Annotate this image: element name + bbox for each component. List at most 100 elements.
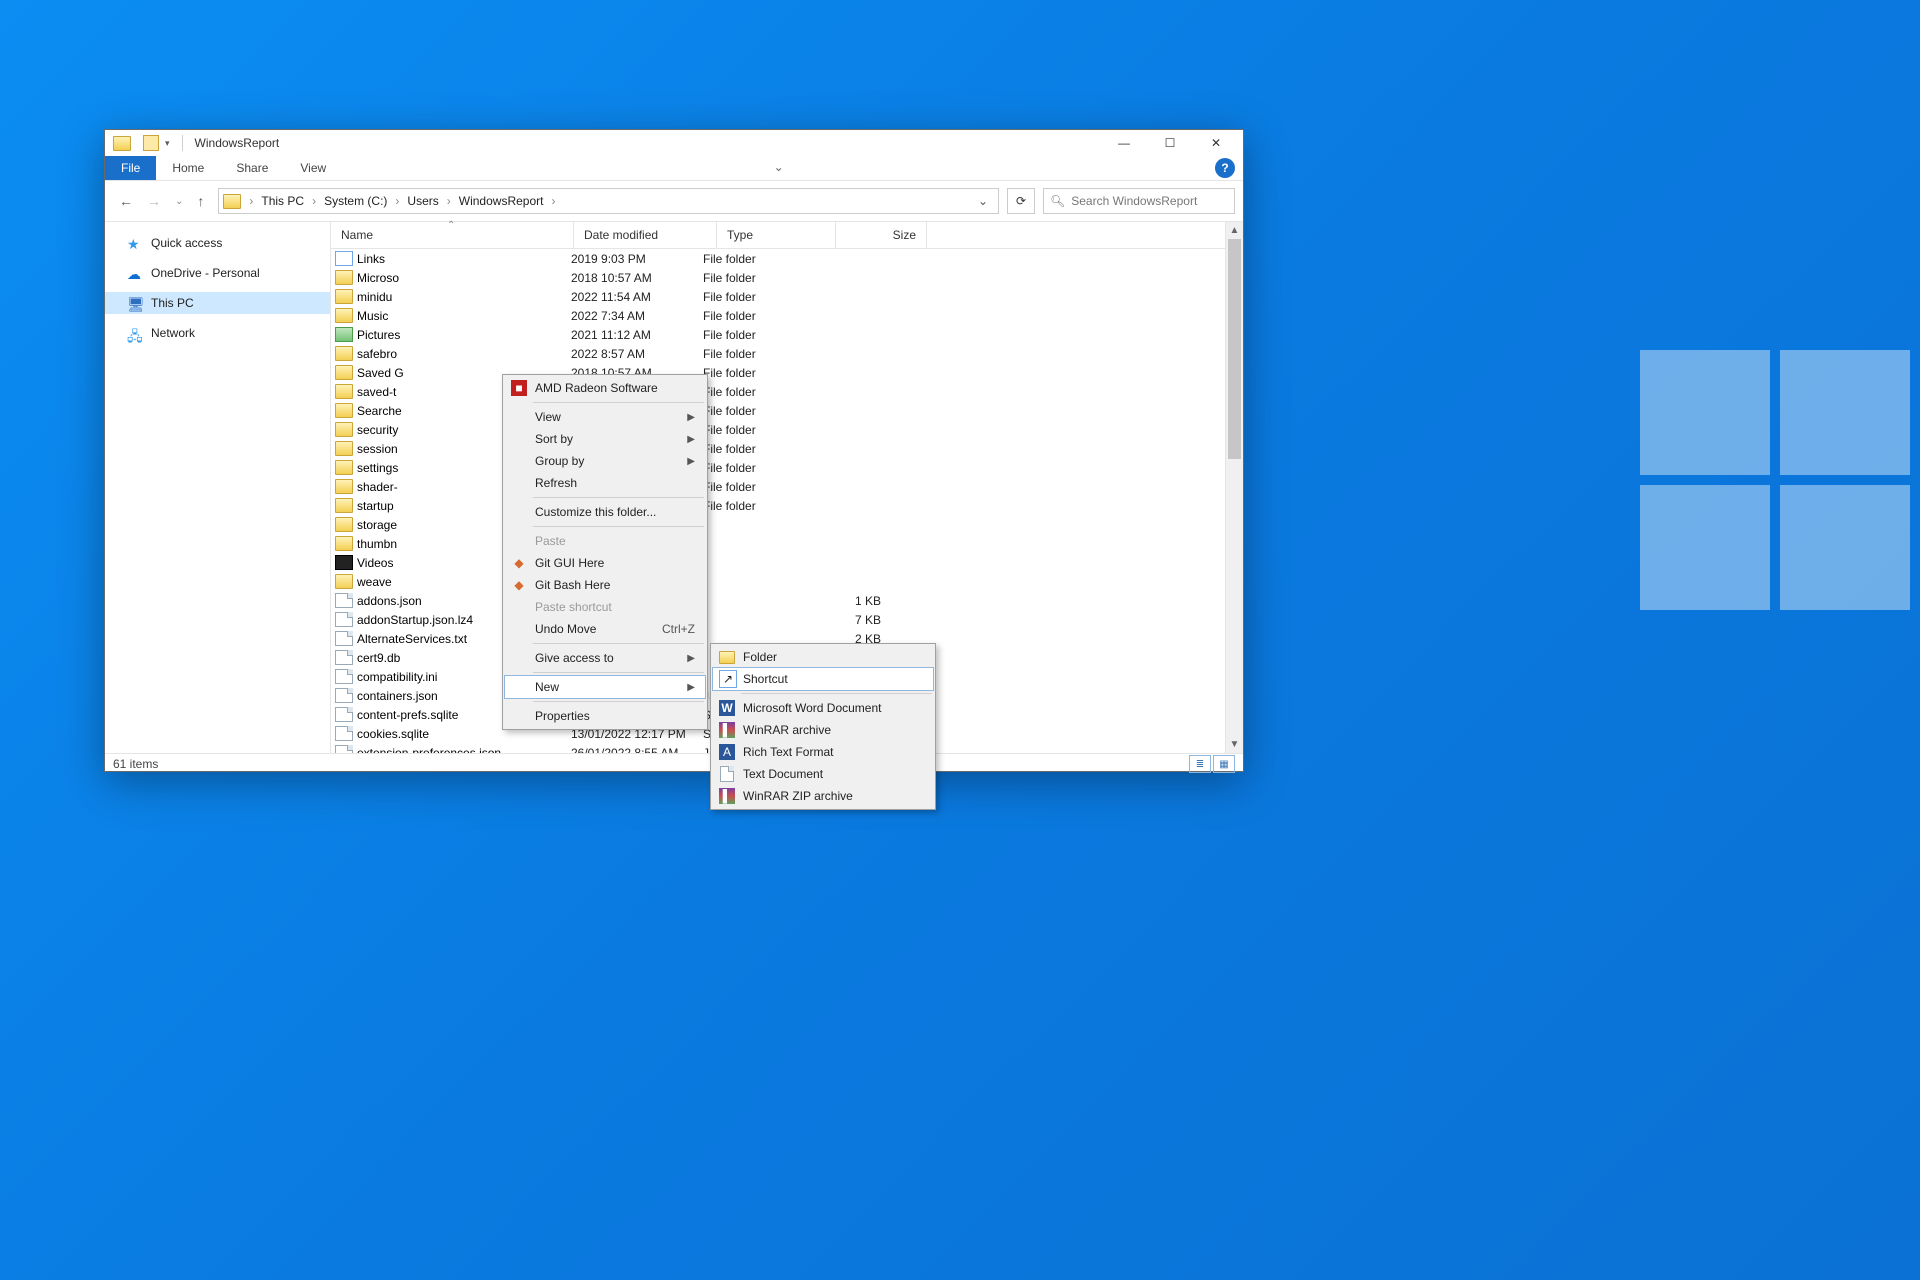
menu-item-text-document[interactable]: Text Document xyxy=(713,763,933,785)
breadcrumb-item[interactable]: System (C:) xyxy=(320,194,391,208)
minimize-button[interactable]: — xyxy=(1101,130,1147,156)
scroll-thumb[interactable] xyxy=(1228,239,1241,459)
file-row[interactable]: Saved G2018 10:57 AMFile folder xyxy=(331,363,1243,382)
qat-item[interactable] xyxy=(143,135,159,151)
nav-item-this-pc[interactable]: 🖥This PC xyxy=(105,292,330,314)
file-row[interactable]: thumbn xyxy=(331,534,1243,553)
ribbon-expand-icon[interactable]: ⌄ xyxy=(766,156,792,180)
address-dropdown-icon[interactable]: ⌄ xyxy=(972,194,994,208)
file-row[interactable]: Microso2018 10:57 AMFile folder xyxy=(331,268,1243,287)
menu-item-customize-this-folder-[interactable]: Customize this folder... xyxy=(505,501,705,523)
column-type[interactable]: Type xyxy=(717,222,836,248)
menu-item-winrar-zip-archive[interactable]: ▌WinRAR ZIP archive xyxy=(713,785,933,807)
scroll-up-icon[interactable]: ▲ xyxy=(1226,222,1243,239)
tab-home[interactable]: Home xyxy=(156,156,220,180)
menu-item-winrar-archive[interactable]: ▌WinRAR archive xyxy=(713,719,933,741)
menu-item-group-by[interactable]: Group by▶ xyxy=(505,450,705,472)
menu-item-undo-move[interactable]: Undo MoveCtrl+Z xyxy=(505,618,705,640)
file-type: File folder xyxy=(703,290,811,304)
refresh-button[interactable]: ⟳ xyxy=(1007,188,1035,214)
file-name: AlternateServices.txt xyxy=(357,632,467,646)
new-submenu[interactable]: Folder↗ShortcutWMicrosoft Word Document▌… xyxy=(710,643,936,810)
menu-item-rich-text-format[interactable]: ARich Text Format xyxy=(713,741,933,763)
navigation-pane: ★Quick access ☁OneDrive - Personal 🖥This P… xyxy=(105,222,331,753)
file-row[interactable]: Pictures2021 11:12 AMFile folder xyxy=(331,325,1243,344)
folder-icon xyxy=(335,403,353,418)
icons-view-button[interactable]: ▦ xyxy=(1213,755,1235,773)
file-row[interactable]: minidu2022 11:54 AMFile folder xyxy=(331,287,1243,306)
back-button[interactable]: ← xyxy=(119,193,133,209)
pc-icon: 🖥 xyxy=(127,296,143,310)
maximize-button[interactable]: ☐ xyxy=(1147,130,1193,156)
file-name: weave xyxy=(357,575,392,589)
column-size[interactable]: Size xyxy=(836,222,927,248)
nav-item-network[interactable]: 🖧Network xyxy=(105,322,330,344)
details-view-button[interactable]: ≣ xyxy=(1189,755,1211,773)
menu-item-view[interactable]: View▶ xyxy=(505,406,705,428)
file-row[interactable]: Videos xyxy=(331,553,1243,572)
menu-item-new[interactable]: New▶ xyxy=(504,675,706,699)
folder-icon xyxy=(335,498,353,513)
file-name: Music xyxy=(357,309,388,323)
file-type: File folder xyxy=(703,271,811,285)
file-row[interactable]: weave26/01 xyxy=(331,572,1243,591)
scrollbar[interactable]: ▲ ▼ xyxy=(1225,222,1243,753)
menu-item-amd-radeon-software[interactable]: ■AMD Radeon Software xyxy=(505,377,705,399)
file-row[interactable]: addons.json13/011 KB xyxy=(331,591,1243,610)
tab-share[interactable]: Share xyxy=(220,156,284,180)
nav-item-onedrive-personal[interactable]: ☁OneDrive - Personal xyxy=(105,262,330,284)
menu-item-give-access-to[interactable]: Give access to▶ xyxy=(505,647,705,669)
recent-dropdown-icon[interactable]: ⌄ xyxy=(175,196,183,207)
file-row[interactable]: safebro2022 8:57 AMFile folder xyxy=(331,344,1243,363)
column-date[interactable]: Date modified xyxy=(574,222,717,248)
file-row[interactable]: session2022 8:57 AMFile folder xyxy=(331,439,1243,458)
file-row[interactable]: startup2022 8:57 AMFile folder xyxy=(331,496,1243,515)
qat-dropdown-icon[interactable]: ▾ xyxy=(165,138,170,149)
nav-item-quick-access[interactable]: ★Quick access xyxy=(105,232,330,254)
file-icon xyxy=(335,669,353,684)
menu-item-git-bash-here[interactable]: ◆Git Bash Here xyxy=(505,574,705,596)
breadcrumb-item[interactable]: Users xyxy=(403,194,442,208)
search-input[interactable]: 🔍︎ Search WindowsReport xyxy=(1043,188,1235,214)
title-bar[interactable]: ▾ WindowsReport — ☐ ✕ xyxy=(105,130,1243,156)
tab-file[interactable]: File xyxy=(105,156,156,180)
up-button[interactable]: ↑ xyxy=(197,193,204,209)
net-icon: 🖧 xyxy=(127,326,143,340)
address-bar[interactable]: › This PC› System (C:)› Users› WindowsRe… xyxy=(218,188,999,214)
search-icon: 🔍︎ xyxy=(1050,194,1065,208)
file-row[interactable]: storage xyxy=(331,515,1243,534)
file-row[interactable]: Searche2021 11:11 AMFile folder xyxy=(331,401,1243,420)
file-row[interactable]: saved-t2022 8:57 AMFile folder xyxy=(331,382,1243,401)
file-name: cert9.db xyxy=(357,651,400,665)
close-button[interactable]: ✕ xyxy=(1193,130,1239,156)
scut-icon: ↗ xyxy=(719,670,737,688)
breadcrumb-item[interactable]: This PC xyxy=(257,194,308,208)
file-row[interactable]: security2022 11:54 AMFile folder xyxy=(331,420,1243,439)
word-icon: W xyxy=(719,700,735,716)
breadcrumb-item[interactable]: WindowsReport xyxy=(455,194,548,208)
file-date: 2018 10:57 AM xyxy=(571,271,703,285)
folder-icon xyxy=(223,194,241,209)
file-icon xyxy=(335,612,353,627)
file-row[interactable]: settings2022 11:54 AMFile folder xyxy=(331,458,1243,477)
menu-item-properties[interactable]: Properties xyxy=(505,705,705,727)
file-type: File folder xyxy=(703,423,811,437)
forward-button[interactable]: → xyxy=(147,193,161,209)
file-row[interactable]: Links2019 9:03 PMFile folder xyxy=(331,249,1243,268)
help-button[interactable]: ? xyxy=(1215,158,1235,178)
file-row[interactable]: addonStartup.json.lz413/017 KB xyxy=(331,610,1243,629)
menu-item-sort-by[interactable]: Sort by▶ xyxy=(505,428,705,450)
menu-item-git-gui-here[interactable]: ◆Git GUI Here xyxy=(505,552,705,574)
file-row[interactable]: Music2022 7:34 AMFile folder xyxy=(331,306,1243,325)
menu-item-microsoft-word-document[interactable]: WMicrosoft Word Document xyxy=(713,697,933,719)
scroll-down-icon[interactable]: ▼ xyxy=(1226,736,1243,753)
menu-item-folder[interactable]: Folder xyxy=(713,646,933,668)
file-row[interactable]: shader-2022 8:55 AMFile folder xyxy=(331,477,1243,496)
menu-item-refresh[interactable]: Refresh xyxy=(505,472,705,494)
file-date: 2019 9:03 PM xyxy=(571,252,703,266)
tab-view[interactable]: View xyxy=(284,156,342,180)
menu-item-shortcut[interactable]: ↗Shortcut xyxy=(712,667,934,691)
context-menu[interactable]: ■AMD Radeon Software View▶Sort by▶Group b… xyxy=(502,374,708,730)
folder-icon xyxy=(335,574,353,589)
folder-icon xyxy=(335,270,353,285)
